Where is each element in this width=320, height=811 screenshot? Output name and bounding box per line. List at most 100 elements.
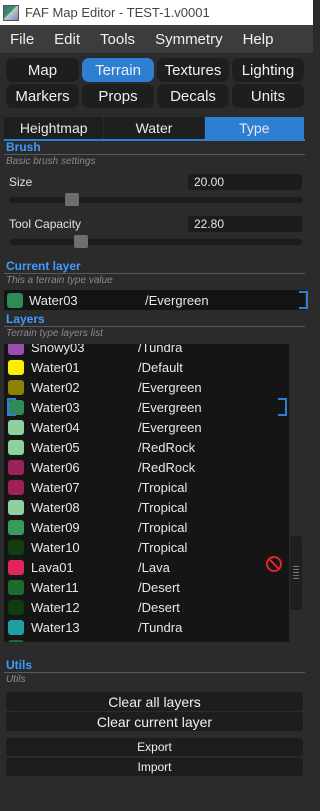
layer-type: /Desert <box>138 579 180 595</box>
layer-color-swatch <box>8 479 24 495</box>
utils-divider <box>4 672 305 673</box>
menu-help[interactable]: Help <box>233 31 284 48</box>
tab-lighting[interactable]: Lighting <box>232 58 304 82</box>
layer-color-swatch <box>8 559 24 575</box>
clear-current-layer-button[interactable]: Clear current layer <box>6 712 303 731</box>
layer-row[interactable]: Water12/Desert <box>4 597 289 617</box>
layer-row[interactable]: Water04/Evergreen <box>4 417 289 437</box>
subtab-water[interactable]: Water <box>104 117 205 139</box>
layer-type: /Evergreen <box>138 399 202 415</box>
layer-color-swatch <box>8 639 24 642</box>
terrain-subtabs: Heightmap Water Type <box>4 117 305 139</box>
current-layer-row[interactable]: Water03 /Evergreen <box>4 290 308 310</box>
layer-name: Snowy03 <box>31 344 85 355</box>
selection-bracket-icon <box>278 398 287 416</box>
layer-list[interactable]: Snowy03/Tundra Water01/Default Water02/Eve… <box>4 344 289 642</box>
subtab-type[interactable]: Type <box>204 117 305 139</box>
export-button[interactable]: Export <box>6 738 303 756</box>
layer-name: Water13 <box>31 619 80 635</box>
current-layer-subtitle: This a terrain type value <box>6 275 113 286</box>
menu-bar: File Edit Tools Symmetry Help <box>0 25 313 53</box>
layer-type: /Tundra <box>138 640 182 643</box>
layer-color-swatch <box>8 519 24 535</box>
current-layer-swatch <box>7 292 23 308</box>
tool-capacity-label: Tool Capacity <box>9 217 82 231</box>
layer-color-swatch <box>8 619 24 635</box>
layer-row[interactable]: Water07/Tropical <box>4 477 289 497</box>
layer-type: /Tropical <box>138 519 188 535</box>
layers-divider <box>4 326 305 327</box>
current-layer-title: Current layer <box>6 259 81 273</box>
layer-name: Water05 <box>31 439 80 455</box>
utils-subtitle: Utils <box>6 674 26 685</box>
layer-type: /Lava <box>138 559 170 575</box>
clear-all-layers-button[interactable]: Clear all layers <box>6 692 303 711</box>
menu-tools[interactable]: Tools <box>90 31 145 48</box>
tab-props[interactable]: Props <box>82 84 154 108</box>
layer-type: /RedRock <box>138 439 196 455</box>
layer-name: Water09 <box>31 519 80 535</box>
subtab-underline <box>4 139 305 141</box>
tool-capacity-slider-handle[interactable] <box>74 235 88 248</box>
layer-name: Water02 <box>31 379 80 395</box>
layers-subtitle: Terrain type layers list <box>6 328 103 339</box>
layer-row[interactable]: Lava01/Lava <box>4 557 289 577</box>
layer-type: /Tundra <box>138 344 183 355</box>
layer-name: Water14 <box>31 640 138 643</box>
utils-title: Utils <box>6 658 33 672</box>
layer-name: Water06 <box>31 459 80 475</box>
tab-terrain[interactable]: Terrain <box>82 58 154 82</box>
layer-name: Water04 <box>31 419 80 435</box>
layer-row[interactable]: Water05/RedRock <box>4 437 289 457</box>
layer-row[interactable]: Water14/Tundra <box>4 637 289 642</box>
tool-capacity-slider[interactable] <box>10 235 302 248</box>
tab-markers[interactable]: Markers <box>6 84 79 108</box>
layer-row[interactable]: Water08/Tropical <box>4 497 289 517</box>
layer-row[interactable]: Water11/Desert <box>4 577 289 597</box>
import-button[interactable]: Import <box>6 758 303 776</box>
current-layer-type: /Evergreen <box>145 292 209 308</box>
tab-units[interactable]: Units <box>232 84 304 108</box>
layer-row[interactable]: Water03/Evergreen <box>4 397 289 417</box>
layer-name: Water11 <box>31 579 79 595</box>
menu-edit[interactable]: Edit <box>44 31 90 48</box>
layer-row[interactable]: Water02/Evergreen <box>4 377 289 397</box>
tool-capacity-value-field[interactable]: 22.80 <box>188 216 302 232</box>
tab-decals[interactable]: Decals <box>157 84 229 108</box>
size-slider[interactable] <box>10 193 302 206</box>
layer-name: Lava01 <box>31 559 74 575</box>
layer-name: Water07 <box>31 479 80 495</box>
layer-name: Water12 <box>31 599 80 615</box>
tab-map[interactable]: Map <box>6 58 79 82</box>
layer-row[interactable]: Water06/RedRock <box>4 457 289 477</box>
layer-color-swatch <box>8 459 24 475</box>
disabled-icon <box>266 556 282 572</box>
layer-row[interactable]: Water09/Tropical <box>4 517 289 537</box>
title-bar: FAF Map Editor - TEST-1.v0001 <box>0 0 313 25</box>
current-layer-divider <box>4 273 305 274</box>
layer-row[interactable]: Water10/Tropical <box>4 537 289 557</box>
layer-type: /Tropical <box>138 479 188 495</box>
layer-color-swatch <box>8 499 24 515</box>
layer-color-swatch <box>8 379 24 395</box>
layer-type: /Default <box>138 359 183 375</box>
layer-row[interactable]: Snowy03/Tundra <box>4 344 289 357</box>
layer-name: Water10 <box>31 539 80 555</box>
layer-type: /Tundra <box>138 619 183 635</box>
layer-list-scrollbar[interactable] <box>290 536 302 610</box>
layer-type: /Tropical <box>138 539 188 555</box>
tab-textures[interactable]: Textures <box>157 58 229 82</box>
menu-symmetry[interactable]: Symmetry <box>145 31 233 48</box>
selection-bracket-icon <box>299 291 308 309</box>
layer-type: /Desert <box>138 599 180 615</box>
subtab-heightmap[interactable]: Heightmap <box>4 117 105 139</box>
selection-bracket-left-icon <box>7 398 16 416</box>
layer-row[interactable]: Water01/Default <box>4 357 289 377</box>
menu-file[interactable]: File <box>0 31 44 48</box>
layer-type: /Evergreen <box>138 419 202 435</box>
size-slider-handle[interactable] <box>65 193 79 206</box>
layer-type: /Tropical <box>138 499 188 515</box>
size-value-field[interactable]: 20.00 <box>188 174 302 190</box>
layer-row[interactable]: Water13/Tundra <box>4 617 289 637</box>
window-title: FAF Map Editor - TEST-1.v0001 <box>25 5 210 20</box>
